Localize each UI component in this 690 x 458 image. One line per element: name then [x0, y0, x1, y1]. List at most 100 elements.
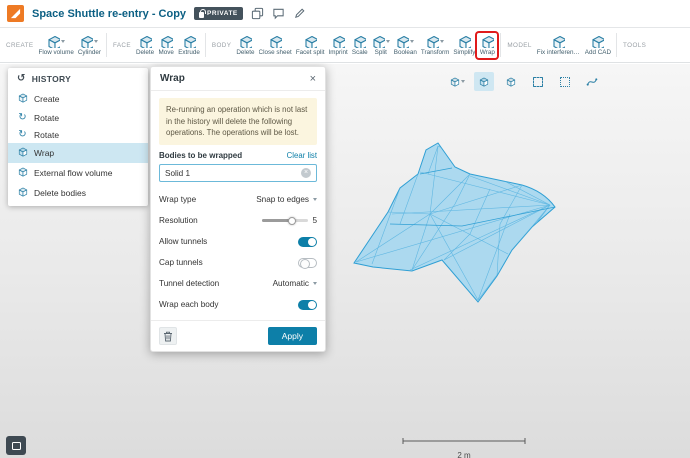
wireframe-view-icon: [506, 77, 516, 87]
toolbar-separator: [106, 33, 107, 57]
group-label-body: BODY: [212, 42, 231, 49]
move-icon: [160, 35, 173, 48]
history-item-external-flow-volume[interactable]: External flow volume: [8, 163, 148, 183]
chevron-down-icon: [61, 40, 65, 43]
clear-list-link[interactable]: Clear list: [287, 151, 317, 160]
box-select-icon: [533, 77, 543, 87]
tool-facet-split[interactable]: Facet split: [294, 33, 327, 58]
cap-tunnels-toggle[interactable]: [298, 258, 317, 268]
wrap-each-body-row: Wrap each body: [159, 294, 317, 315]
history-item-create[interactable]: Create: [8, 89, 148, 109]
tool-extrude[interactable]: Extrude: [176, 33, 202, 58]
tool-face-delete[interactable]: Delete: [134, 33, 156, 58]
viewport-toolbar: [447, 72, 602, 91]
delete-body-icon: [239, 35, 252, 48]
close-icon[interactable]: ×: [310, 74, 316, 84]
toolbar-separator: [616, 33, 617, 57]
remove-body-icon[interactable]: ×: [301, 168, 311, 178]
create-icon: [17, 93, 28, 106]
tool-imprint[interactable]: Imprint: [327, 33, 350, 58]
tool-add-cad[interactable]: Add CAD: [583, 33, 613, 58]
fix-interferences-icon: [552, 35, 565, 48]
flow-volume-icon: [17, 167, 28, 180]
group-label-create: CREATE: [6, 42, 33, 49]
wrap-type-select[interactable]: Snap to edges: [256, 195, 317, 204]
tool-transform[interactable]: Transform: [419, 33, 451, 58]
tool-scale[interactable]: Scale: [350, 33, 370, 58]
group-label-face: FACE: [113, 42, 131, 49]
chevron-down-icon: [461, 80, 465, 83]
resolution-row: Resolution 5: [159, 210, 317, 231]
selected-body-name: Solid 1: [165, 169, 190, 178]
wrap-each-body-toggle[interactable]: [298, 300, 317, 310]
comment-icon[interactable]: [272, 7, 285, 20]
main-toolbar: CREATE Flow volume Cylinder FACE Delete …: [0, 28, 690, 63]
app-window: Space Shuttle re-entry - Copy PRIVATE CR…: [0, 0, 690, 458]
header-bar: Space Shuttle re-entry - Copy PRIVATE: [0, 0, 690, 28]
resolution-value: 5: [312, 216, 317, 225]
chevron-down-icon: [410, 40, 414, 43]
box-select-button[interactable]: [528, 72, 548, 91]
orientation-cube-button[interactable]: [447, 72, 467, 91]
lasso-select-button[interactable]: [555, 72, 575, 91]
scale-bar-line: [402, 437, 526, 445]
chevron-down-icon: [313, 282, 317, 285]
tool-cylinder[interactable]: Cylinder: [76, 33, 103, 58]
scale-label: 2 m: [402, 451, 526, 458]
tool-move[interactable]: Move: [156, 33, 176, 58]
history-panel: ↺ HISTORY Create ↻ Rotate ↻ Rotate Wrap: [8, 68, 148, 206]
tool-boolean[interactable]: Boolean: [392, 33, 419, 58]
wrap-icon: [481, 35, 494, 48]
tool-split[interactable]: Split: [370, 33, 392, 58]
private-badge[interactable]: PRIVATE: [194, 7, 243, 20]
lock-icon: [199, 12, 204, 18]
history-item-wrap[interactable]: Wrap: [8, 143, 148, 163]
dialog-footer: Apply: [151, 320, 325, 351]
wrap-type-row: Wrap type Snap to edges: [159, 189, 317, 210]
cylinder-icon: [80, 35, 93, 48]
history-item-rotate-2[interactable]: ↻ Rotate: [8, 126, 148, 143]
workspace: 2 m ↺ HISTORY Create ↻ Rotate ↻ Rotate: [0, 64, 690, 458]
history-item-rotate-1[interactable]: ↻ Rotate: [8, 109, 148, 126]
selected-body-chip[interactable]: Solid 1 ×: [159, 164, 317, 182]
wireframe-view-button[interactable]: [501, 72, 521, 91]
probe-icon: [586, 76, 598, 88]
facet-split-icon: [304, 35, 317, 48]
allow-tunnels-toggle[interactable]: [298, 237, 317, 247]
delete-bodies-icon: [17, 187, 28, 200]
dialog-title: Wrap: [160, 73, 185, 84]
scale-icon: [353, 35, 366, 48]
shaded-view-button[interactable]: [474, 72, 494, 91]
tool-simplify[interactable]: Simplify: [451, 33, 477, 58]
tunnel-detection-select[interactable]: Automatic: [273, 279, 317, 288]
tool-flow-volume[interactable]: Flow volume: [36, 33, 75, 58]
delete-operation-button[interactable]: [159, 327, 177, 345]
help-icon: [12, 442, 21, 450]
history-header: ↺ HISTORY: [8, 68, 148, 89]
tool-close-sheet[interactable]: Close sheet: [257, 33, 294, 58]
tool-wrap[interactable]: Wrap: [477, 33, 497, 58]
allow-tunnels-row: Allow tunnels: [159, 231, 317, 252]
flow-volume-icon: [47, 35, 60, 48]
bodies-section: Bodies to be wrapped Clear list: [159, 151, 317, 160]
split-icon: [372, 35, 385, 48]
help-widget[interactable]: [6, 436, 26, 455]
slider-knob[interactable]: [288, 217, 296, 225]
edit-icon[interactable]: [293, 7, 306, 20]
probe-button[interactable]: [582, 72, 602, 91]
project-title: Space Shuttle re-entry - Copy: [32, 8, 186, 20]
history-item-delete-bodies[interactable]: Delete bodies: [8, 183, 148, 203]
toolbar-separator: [205, 33, 206, 57]
apply-button[interactable]: Apply: [268, 327, 317, 345]
app-logo[interactable]: [7, 5, 24, 22]
cap-tunnels-row: Cap tunnels: [159, 252, 317, 273]
tool-fix-interferences[interactable]: Fix interferences: [535, 33, 583, 58]
trash-icon: [163, 331, 173, 342]
orientation-cube-icon: [450, 77, 460, 87]
add-cad-icon: [591, 35, 604, 48]
share-icon[interactable]: [251, 7, 264, 20]
resolution-slider[interactable]: [262, 219, 308, 222]
chevron-down-icon: [313, 198, 317, 201]
extrude-icon: [183, 35, 196, 48]
tool-body-delete[interactable]: Delete: [234, 33, 256, 58]
